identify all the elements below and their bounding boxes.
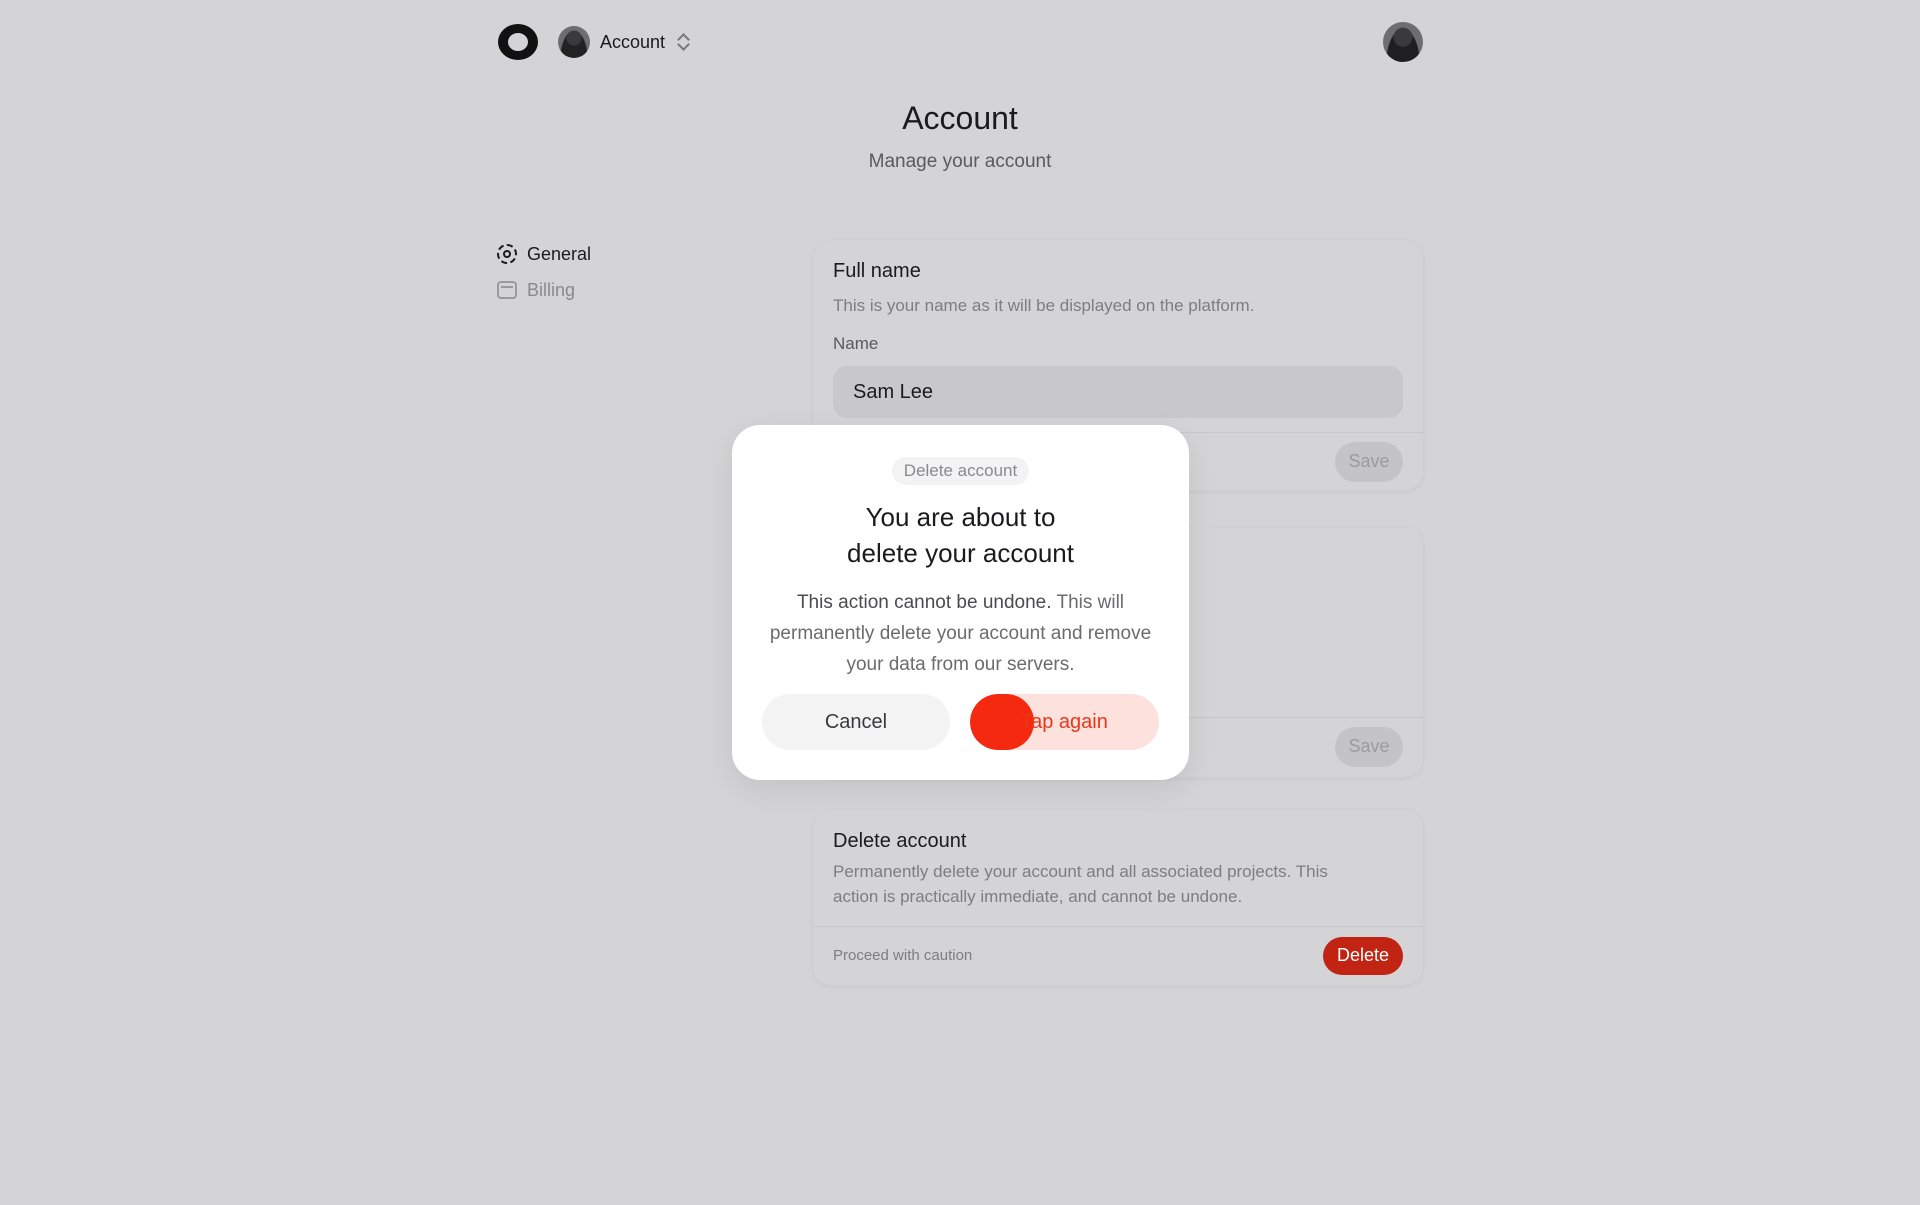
page-header: Account Manage your account [0, 100, 1920, 173]
dialog-title-line2: delete your account [847, 538, 1074, 568]
cancel-button[interactable]: Cancel [762, 694, 950, 750]
dialog-message-strong: This action cannot be undone. [796, 592, 1052, 613]
workspace-label: Account [600, 31, 666, 52]
card-title: Full name [833, 260, 921, 282]
save-button[interactable]: Save [1335, 441, 1403, 482]
delete-account-card: Delete account Permanently delete your a… [813, 810, 1423, 985]
caution-note: Proceed with caution [833, 947, 973, 964]
dialog-title-line1: You are about to [865, 502, 1056, 532]
card-description: This is your name as it will be displaye… [833, 296, 1255, 315]
logo-icon[interactable] [498, 24, 538, 60]
page-title: Account [902, 100, 1018, 136]
delete-confirm-dialog: Delete account You are about to delete y… [732, 425, 1189, 780]
workspace-avatar [558, 26, 590, 58]
dialog-message: This action cannot be undone. This will … [761, 587, 1161, 680]
name-input[interactable] [833, 366, 1403, 418]
card-description: Permanently delete your account and all … [833, 862, 1328, 906]
top-bar: Account [498, 22, 1423, 62]
sidebar-item-label: Billing [527, 279, 576, 300]
confirm-delete-button[interactable]: Tap again [970, 694, 1159, 750]
page-subtitle: Manage your account [868, 151, 1052, 172]
workspace-switcher[interactable]: Account [558, 24, 691, 60]
sidebar-item-label: General [527, 243, 592, 264]
name-field-label: Name [833, 334, 879, 353]
card-title: Delete account [833, 830, 967, 852]
account-settings-page: Account Account Manage your account Gene… [0, 0, 1920, 1205]
delete-button[interactable]: Delete [1322, 936, 1403, 975]
dialog-title: You are about to delete your account [732, 499, 1189, 571]
confirm-label: Tap again [1021, 710, 1108, 733]
sidebar-item-general[interactable]: General [497, 236, 697, 272]
sidebar-item-billing[interactable]: Billing [497, 272, 697, 308]
chevron-up-down-icon [675, 32, 691, 52]
user-avatar[interactable] [1383, 22, 1423, 62]
settings-sidebar: General Billing [497, 236, 697, 308]
dialog-tag: Delete account [891, 457, 1030, 485]
wallet-icon [497, 281, 517, 299]
save-button[interactable]: Save [1335, 726, 1403, 767]
dialog-actions: Cancel Tap again [762, 694, 1159, 750]
card-footer: Proceed with caution Delete [813, 926, 1423, 984]
gear-icon [497, 244, 517, 264]
